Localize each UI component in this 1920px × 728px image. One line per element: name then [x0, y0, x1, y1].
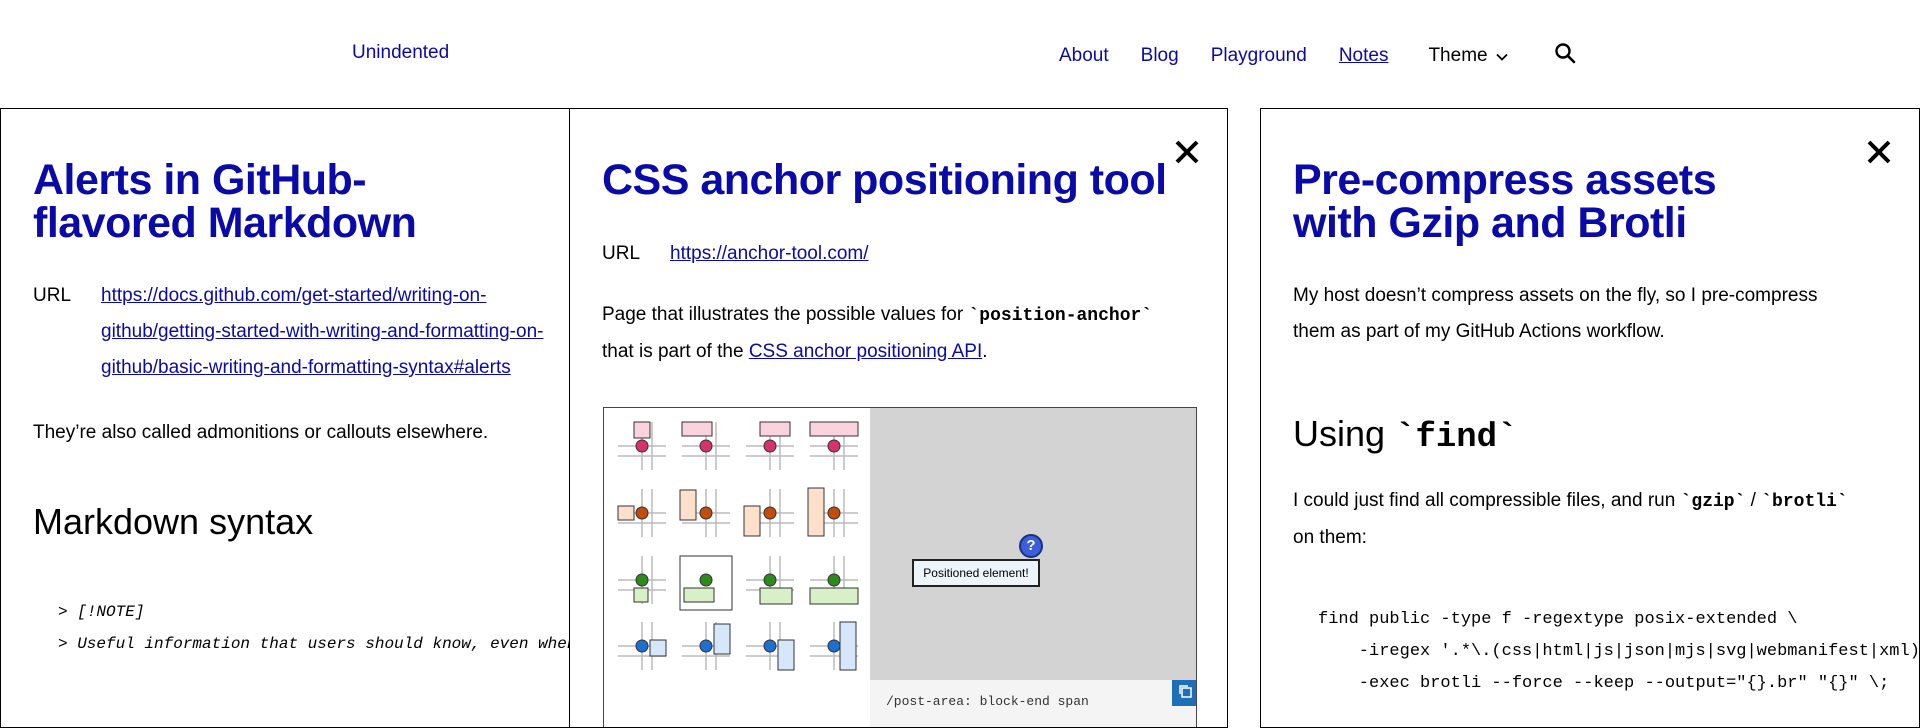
card-title-link[interactable]: Alerts in GitHub- flavored Markdown — [33, 156, 417, 247]
close-button[interactable] — [1174, 139, 1200, 170]
section-heading: Markdown syntax — [33, 501, 314, 542]
code-line: -iregex '.*\.(css|html|js|json|mjs|svg|w… — [1318, 642, 1920, 661]
heading-code: `find` — [1395, 419, 1518, 457]
code-block: > [!NOTE] > Useful information that user… — [58, 596, 579, 660]
text: on them: — [1293, 527, 1367, 548]
positioned-element: Positioned element! — [912, 559, 1040, 587]
title-line-1: Pre-compress assets — [1293, 156, 1717, 204]
note-card-precompress: Pre-compress assets with Gzip and Brotli… — [1260, 108, 1920, 728]
title-line-1: Alerts in GitHub- — [33, 156, 367, 204]
close-icon — [1866, 140, 1892, 169]
url-link[interactable]: https://docs.github.com/get-started/writ… — [101, 278, 543, 386]
copy-button[interactable] — [1172, 680, 1196, 706]
main-nav: About Blog Playground Notes Theme — [1059, 42, 1576, 69]
close-icon — [1174, 140, 1200, 169]
nav-playground[interactable]: Playground — [1211, 45, 1307, 67]
inline-code: `gzip` — [1680, 492, 1746, 512]
card-title-link[interactable]: Pre-compress assets with Gzip and Brotli — [1293, 156, 1717, 247]
code-block: find public -type f -regextype posix-ext… — [1318, 604, 1920, 700]
nav-blog[interactable]: Blog — [1141, 45, 1179, 67]
theme-label: Theme — [1428, 44, 1488, 66]
inline-code: `brotli` — [1761, 492, 1848, 512]
inline-code: `position-anchor` — [968, 306, 1153, 326]
card-title: CSS anchor positioning tool — [602, 159, 1167, 202]
text: . — [982, 341, 988, 362]
code-line: find public -type f -regextype posix-ext… — [1318, 610, 1798, 629]
site-logo-link[interactable]: Unindented — [352, 42, 449, 64]
url-link[interactable]: https://anchor-tool.com/ — [670, 236, 869, 272]
section-heading: Using `find` — [1293, 413, 1517, 457]
heading-text: Using — [1293, 413, 1396, 454]
card-title-link[interactable]: CSS anchor positioning tool — [602, 156, 1167, 204]
note-card-anchor-tool: CSS anchor positioning tool URL https://… — [569, 108, 1228, 728]
card-title: Pre-compress assets with Gzip and Brotli — [1293, 156, 1717, 247]
title-line-2: with Gzip and Brotli — [1293, 199, 1687, 247]
preview-image: ? Positioned element! /post-area: block-… — [603, 407, 1197, 727]
text: My host doesn’t compress assets on the f… — [1293, 285, 1818, 306]
nav-about[interactable]: About — [1059, 45, 1109, 67]
chevron-down-icon — [1495, 45, 1508, 67]
text: them as part of my GitHub Actions workfl… — [1293, 321, 1665, 342]
text: I could just find all compressible files… — [1293, 490, 1681, 511]
url-row: URL https://docs.github.com/get-started/… — [33, 278, 543, 386]
nav-notes[interactable]: Notes — [1339, 45, 1389, 67]
api-link[interactable]: CSS anchor positioning API — [749, 341, 982, 362]
code-line: > [!NOTE] — [58, 603, 145, 621]
url-line-2: github/getting-started-with-writing-and-… — [101, 321, 544, 342]
url-line-3: github/basic-writing-and-formatting-synt… — [101, 357, 511, 378]
css-snippet: /post-area: block-end span — [870, 680, 1196, 727]
copy-icon — [1177, 683, 1193, 704]
text: that is part of the — [602, 341, 749, 362]
card-title: Alerts in GitHub- flavored Markdown — [33, 156, 417, 247]
code-line: > Useful information that users should k… — [58, 635, 577, 653]
text: / — [1745, 490, 1762, 511]
theme-menu-button[interactable]: Theme — [1428, 44, 1508, 67]
url-line-1: https://docs.github.com/get-started/writ… — [101, 285, 487, 306]
card-paragraph: They’re also called admonitions or callo… — [33, 422, 489, 443]
site-header: Unindented About Blog Playground Notes T… — [0, 0, 1920, 108]
preview-stage: ? Positioned element! /post-area: block-… — [870, 408, 1196, 727]
card-paragraph: Page that illustrates the possible value… — [602, 297, 1152, 370]
title-line-2: flavored Markdown — [33, 199, 417, 247]
url-row: URL https://anchor-tool.com/ — [602, 236, 869, 272]
code-line: -exec brotli --force --keep --output="{}… — [1318, 674, 1890, 693]
text: Page that illustrates the possible value… — [602, 304, 969, 325]
search-button[interactable] — [1554, 42, 1576, 69]
card-paragraph: My host doesn’t compress assets on the f… — [1293, 278, 1817, 350]
url-label: URL — [602, 243, 641, 264]
url-label: URL — [33, 285, 72, 306]
anchor-marker: ? — [1019, 534, 1043, 558]
card-paragraph-2: I could just find all compressible files… — [1293, 483, 1848, 556]
position-area-grid — [604, 408, 869, 727]
search-icon — [1554, 42, 1576, 69]
note-card-alerts: Alerts in GitHub- flavored Markdown URL … — [0, 108, 580, 728]
close-button[interactable] — [1866, 139, 1892, 170]
